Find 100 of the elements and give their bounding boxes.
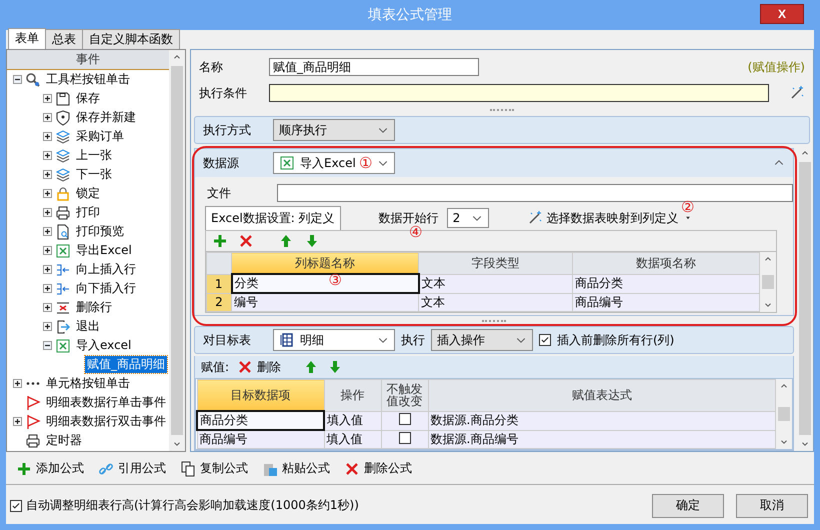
tree-item[interactable]: 采购订单 [74,128,126,145]
table-cell: 分类 ③ [232,274,419,293]
column-header[interactable]: 数据项名称 [572,252,760,274]
wand-icon [526,210,543,226]
tree-item[interactable]: 向上插入行 [74,261,138,278]
checkbox[interactable] [398,413,410,425]
target-table-dropdown[interactable]: 明细 [273,329,395,351]
tree-header: 事件 [76,51,100,68]
expand-icon[interactable] [13,417,22,426]
tree-item[interactable]: 导入excel [74,337,134,354]
table-cell: 文本 [418,274,572,293]
flag-icon [25,394,41,410]
close-button[interactable]: X [760,4,804,24]
check-icon [11,500,21,511]
tree-item[interactable]: 保存 [74,90,102,107]
start-row-dropdown[interactable]: 2 [446,208,489,228]
dialog-button[interactable]: 取消 [736,494,808,518]
column-header[interactable]: 列标题名称 [232,252,419,274]
lock-icon [55,186,71,202]
checkbox[interactable] [539,334,551,346]
expand-icon[interactable] [43,132,52,141]
tree-item[interactable]: 下一张 [74,166,114,183]
tree-item[interactable]: 打印 [74,204,102,221]
scrollbar[interactable] [169,50,185,451]
toolbar-button[interactable]: 粘贴公式 [262,460,330,478]
expand-icon[interactable] [43,113,52,122]
scroll-thumb[interactable] [171,66,183,435]
execution-dropdown[interactable]: 顺序执行 [273,119,395,141]
column-header[interactable]: 字段类型 [418,252,572,274]
tree-item[interactable]: 赋值_商品明细 [85,356,167,373]
field-label: 对目标表 [203,332,252,348]
table-cell: 商品分类 [572,274,760,293]
file-field[interactable] [277,184,793,202]
expand-icon[interactable] [43,151,52,160]
exit-icon [55,318,71,334]
toolbar-button[interactable]: 引用公式 [98,460,166,478]
table-cell: 商品分类 [197,411,324,430]
expand-icon[interactable] [13,379,22,388]
column-header[interactable]: 操作 [324,380,381,411]
plus-icon [16,460,32,477]
layers-icon [55,166,71,182]
expand-icon[interactable] [43,246,52,255]
checkbox[interactable] [10,500,22,512]
tree-item[interactable]: 工具栏按钮单击 [44,71,132,88]
expand-icon[interactable] [43,303,52,312]
row-number: 2 [206,293,232,312]
scroll-thumb[interactable] [762,275,774,289]
tab[interactable]: 自定义脚本函数 [82,29,180,49]
expand-icon[interactable] [43,227,52,236]
expand-icon[interactable] [43,265,52,274]
operation-dropdown[interactable]: 插入操作 [431,329,533,351]
tree-item[interactable]: 上一张 [74,147,114,164]
tab[interactable]: Excel数据设置: 列定义 [205,206,341,230]
toolbar-button[interactable]: 添加公式 [16,460,84,478]
tab[interactable]: 总表 [45,29,83,49]
spreadsheet-icon [55,338,71,354]
condition-field[interactable] [269,84,769,102]
column-header[interactable]: 赋值表达式 [428,380,776,411]
tree-item[interactable]: 退出 [74,318,102,335]
annotation-number: ① [359,154,372,172]
tree-item[interactable]: 明细表数据行单击事件 [44,394,168,411]
dots-icon [25,382,41,385]
spreadsheet-icon [279,155,295,171]
delete-button[interactable]: 删除 [237,358,282,376]
name-field[interactable]: 赋值_商品明细 [269,58,479,76]
scroll-thumb[interactable] [778,407,790,421]
toolbar-button[interactable]: 删除公式 [344,460,412,478]
column-header[interactable]: 不触发值改变 [381,380,428,411]
toolbar-button[interactable]: 复制公式 [180,460,248,478]
table-cell: 编号 [232,293,419,312]
tree-item[interactable]: 向下插入行 [74,280,138,297]
field-label: 文件 [207,184,232,202]
tree-item[interactable]: 保存并新建 [74,109,138,126]
checkbox[interactable] [398,432,410,444]
table-cell: 填入值 [324,430,381,448]
collapse-icon[interactable] [13,75,22,84]
tree-item[interactable]: 明细表数据行双击事件 [44,413,168,430]
row-number: 1 [206,274,232,293]
expand-icon[interactable] [43,189,52,198]
expand-icon[interactable] [43,284,52,293]
scroll-thumb[interactable] [799,162,811,435]
tree-item[interactable]: 打印预览 [74,223,126,240]
tree-item[interactable]: 单元格按钮单击 [44,375,132,392]
scrollbar[interactable] [776,379,792,449]
expand-icon[interactable] [43,322,52,331]
checkbox-label: 插入前删除所有行(列) [557,332,674,348]
expand-icon[interactable] [43,170,52,179]
dialog-button[interactable]: 确定 [652,494,724,518]
tree-item[interactable]: 删除行 [74,299,114,316]
tree-item[interactable]: 导出Excel [74,242,134,259]
tree-item[interactable]: 锁定 [74,185,102,202]
collapse-icon[interactable] [43,341,52,350]
column-header[interactable]: 目标数据项 [197,380,324,411]
tab[interactable]: 表单 [8,28,46,49]
table-cell: 数据源.商品编号 [428,430,776,448]
plus-icon [212,233,228,249]
expand-icon[interactable] [43,94,52,103]
expand-icon[interactable] [43,208,52,217]
field-label: 名称 [199,58,224,76]
tree-item[interactable]: 定时器 [44,432,84,449]
